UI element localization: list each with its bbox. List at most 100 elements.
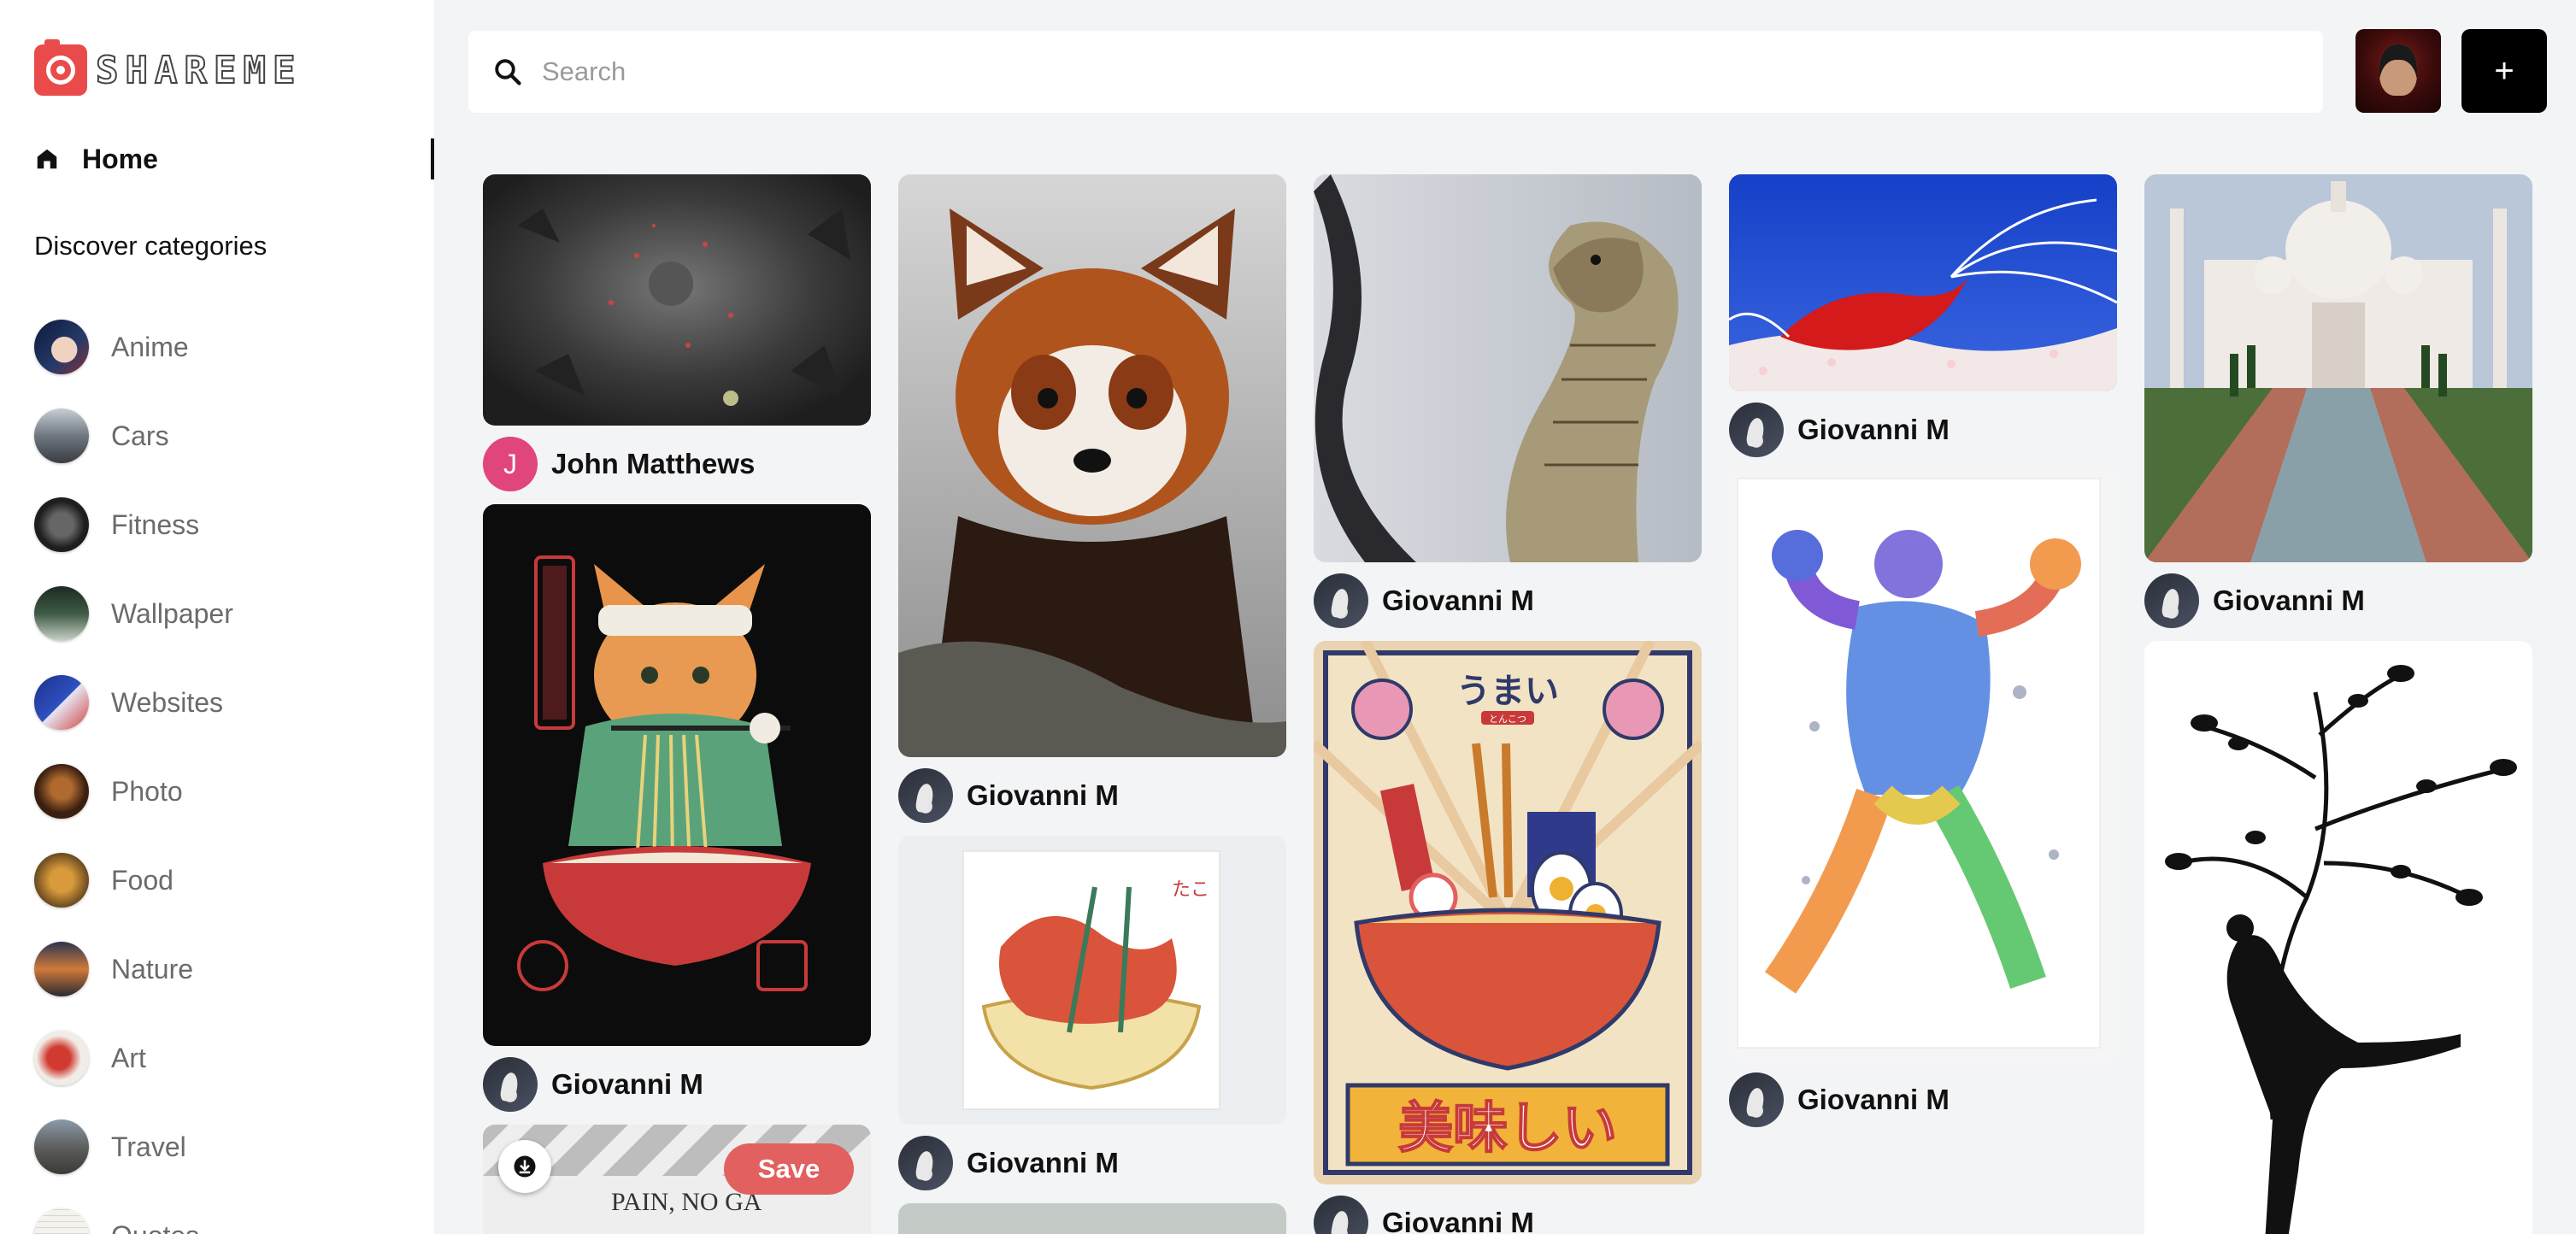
- taj-mahal-image: [2144, 174, 2532, 562]
- sidebar-item-fitness[interactable]: Fitness: [34, 480, 410, 569]
- create-pin-button[interactable]: +: [2461, 29, 2547, 113]
- author-name: Giovanni M: [967, 1147, 1119, 1178]
- pin-image[interactable]: [898, 174, 1286, 757]
- pin-author[interactable]: Giovanni M: [898, 767, 1286, 824]
- search-bar[interactable]: [468, 31, 2323, 113]
- search-icon: [495, 59, 521, 85]
- author-avatar: [898, 768, 953, 823]
- pin-author[interactable]: Giovanni M: [1314, 1195, 1702, 1234]
- poster-title: うまい: [1456, 672, 1559, 711]
- pin-image[interactable]: [483, 174, 871, 426]
- yoga-tree-image: [2144, 641, 2532, 1234]
- category-label: Art: [111, 1042, 146, 1073]
- sidebar-item-nature[interactable]: Nature: [34, 925, 410, 1014]
- category-avatar: [34, 853, 89, 908]
- author-avatar: [898, 1136, 953, 1190]
- cat-ramen-image: [483, 504, 871, 1046]
- sidebar-item-label: Home: [82, 143, 158, 174]
- author-name: Giovanni M: [2213, 585, 2365, 616]
- category-label: Food: [111, 864, 173, 896]
- pin-image[interactable]: [1729, 470, 2117, 1061]
- category-avatar: [34, 586, 89, 641]
- pin-image[interactable]: PAIN, NO GA Save: [483, 1125, 871, 1234]
- category-label: Cars: [111, 420, 169, 451]
- fitness-watercolor-image: [1729, 470, 2117, 1061]
- category-avatar: [34, 764, 89, 819]
- feed-column: Giovanni M Giovanni M: [1729, 174, 2117, 1140]
- category-label: Nature: [111, 953, 194, 984]
- sidebar-item-art[interactable]: Art: [34, 1014, 410, 1102]
- category-avatar: [34, 675, 89, 730]
- pin-image[interactable]: [898, 1203, 1286, 1234]
- author-avatar: [483, 1057, 538, 1112]
- save-button[interactable]: Save: [724, 1143, 854, 1195]
- search-input[interactable]: [542, 56, 2251, 87]
- category-avatar: [34, 497, 89, 552]
- feed-column: Giovanni M たこ Giovanni M: [898, 174, 1286, 1234]
- author-name: Giovanni M: [1797, 1084, 1950, 1115]
- pin-author[interactable]: Giovanni M: [1729, 1072, 2117, 1128]
- author-name: Giovanni M: [1797, 414, 1950, 445]
- umai-ramen-poster-image: うまい とんこつ 美味しい: [1314, 641, 1702, 1184]
- sidebar-item-wallpaper[interactable]: Wallpaper: [34, 569, 410, 658]
- category-list: Anime Cars Fitness Wallpaper Websites Ph…: [34, 303, 410, 1234]
- category-avatar: [34, 942, 89, 996]
- sidebar-item-photo[interactable]: Photo: [34, 747, 410, 836]
- author-name: Giovanni M: [967, 779, 1119, 811]
- download-icon: [514, 1155, 536, 1178]
- feed-column: Giovanni M: [2144, 174, 2532, 1234]
- author-avatar: [1314, 1196, 1368, 1234]
- pin-image[interactable]: [1729, 174, 2117, 391]
- author-avatar: [2144, 573, 2199, 628]
- red-panda-image: [898, 174, 1286, 757]
- sidebar-item-cars[interactable]: Cars: [34, 391, 410, 480]
- app-root: SHAREME Home Discover categories Anime C…: [0, 0, 2576, 1234]
- author-avatar: [1729, 403, 1784, 457]
- category-label: Fitness: [111, 508, 200, 540]
- sidebar-item-anime[interactable]: Anime: [34, 303, 410, 391]
- sidebar-item-quotes[interactable]: Quotes: [34, 1191, 410, 1234]
- categories-heading: Discover categories: [34, 231, 268, 261]
- cobra-image: [1314, 174, 1702, 562]
- pin-image[interactable]: うまい とんこつ 美味しい: [1314, 641, 1702, 1184]
- sidebar-item-websites[interactable]: Websites: [34, 658, 410, 747]
- camera-logo-icon: [34, 39, 87, 96]
- author-avatar: [1314, 573, 1368, 628]
- sidebar-item-travel[interactable]: Travel: [34, 1102, 410, 1191]
- poster-text: 美味しい: [1398, 1097, 1617, 1161]
- sidebar: SHAREME Home Discover categories Anime C…: [0, 0, 434, 1234]
- category-avatar: [34, 1208, 89, 1234]
- pin-author[interactable]: Giovanni M: [1314, 573, 1702, 629]
- octopus-ramen-image: たこ: [898, 836, 1286, 1125]
- pin-author[interactable]: Giovanni M: [2144, 573, 2532, 629]
- category-label: Wallpaper: [111, 597, 233, 629]
- pin-image[interactable]: [2144, 174, 2532, 562]
- home-icon: [34, 146, 60, 172]
- poster-subtitle: とんこつ: [1489, 714, 1526, 725]
- sidebar-item-home[interactable]: Home: [34, 137, 434, 181]
- pin-author[interactable]: Giovanni M: [898, 1135, 1286, 1191]
- author-name: Giovanni M: [1382, 585, 1534, 616]
- user-avatar[interactable]: [2355, 29, 2441, 113]
- pin-author[interactable]: Giovanni M: [483, 1056, 871, 1113]
- logo-text: SHAREME: [95, 48, 303, 93]
- download-button[interactable]: [498, 1140, 551, 1193]
- pin-image[interactable]: [1314, 174, 1702, 562]
- author-name: John Matthews: [551, 448, 756, 479]
- dark-crater-image: [483, 174, 871, 426]
- feed-column: J John Matthews Giovanni M PAIN, NO GA S…: [483, 174, 871, 1234]
- sidebar-item-food[interactable]: Food: [34, 836, 410, 925]
- pin-image[interactable]: [2144, 641, 2532, 1234]
- category-label: Quotes: [111, 1220, 199, 1234]
- category-label: Anime: [111, 331, 189, 362]
- category-avatar: [34, 1031, 89, 1085]
- author-name: Giovanni M: [551, 1068, 703, 1100]
- pin-image[interactable]: たこ: [898, 836, 1286, 1125]
- pin-author[interactable]: Giovanni M: [1729, 402, 2117, 458]
- pin-image[interactable]: [483, 504, 871, 1046]
- shrimp-image: [1729, 174, 2117, 391]
- category-avatar: [34, 320, 89, 374]
- pin-author[interactable]: J John Matthews: [483, 436, 871, 492]
- app-logo[interactable]: SHAREME: [34, 39, 303, 96]
- category-label: Photo: [111, 775, 183, 807]
